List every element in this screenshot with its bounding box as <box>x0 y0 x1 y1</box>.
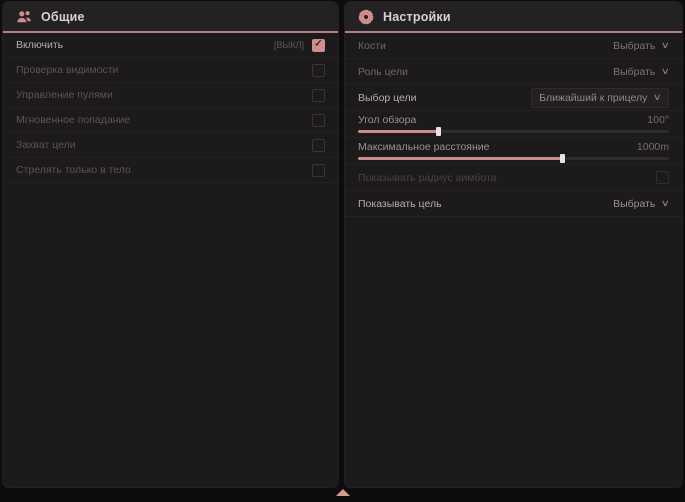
row-bullet-control[interactable]: Управление пулями <box>3 83 338 108</box>
slider-value: 100° <box>647 114 669 126</box>
instant-hit-checkbox[interactable] <box>312 114 325 127</box>
setting-label: Проверка видимости <box>16 64 118 76</box>
show-aimbot-radius-checkbox[interactable] <box>656 171 669 184</box>
row-fov: Угол обзора 100° <box>345 111 682 138</box>
setting-label: Роль цели <box>358 66 408 78</box>
setting-label: Стрелять только в тело <box>16 164 131 176</box>
setting-label: Максимальное расстояние <box>358 141 489 153</box>
target-selection-select[interactable]: Ближайший к прицелу ∨ <box>531 88 669 108</box>
select-value: Выбрать <box>613 40 655 52</box>
chevron-down-icon: ∨ <box>661 41 670 50</box>
panel-title: Общие <box>41 10 85 24</box>
max-distance-slider[interactable] <box>358 157 669 160</box>
chevron-down-icon: ∨ <box>661 199 670 208</box>
row-show-target: Показывать цель Выбрать ∨ <box>345 191 682 217</box>
body-only-checkbox[interactable] <box>312 164 325 177</box>
setting-label: Показывать цель <box>358 198 442 210</box>
chevron-down-icon: ∨ <box>661 67 670 76</box>
max-distance-slider-fill <box>358 157 563 160</box>
fov-slider-fill <box>358 130 439 133</box>
row-show-aimbot-radius[interactable]: Показывать радиус аимбота <box>345 165 682 191</box>
settings-panel-header: Настройки <box>345 2 682 31</box>
hotkey-badge: [ВЫКЛ] <box>274 40 304 50</box>
select-value: Выбрать <box>613 66 655 78</box>
enable-checkbox[interactable]: ✓ <box>312 39 325 52</box>
chevron-down-icon: ∨ <box>653 93 662 102</box>
bones-select[interactable]: Выбрать ∨ <box>613 40 669 52</box>
target-role-select[interactable]: Выбрать ∨ <box>613 66 669 78</box>
select-value: Ближайший к прицелу <box>539 92 647 104</box>
check-icon: ✓ <box>314 40 322 50</box>
setting-label: Угол обзора <box>358 114 416 126</box>
bullet-control-checkbox[interactable] <box>312 89 325 102</box>
setting-label: Управление пулями <box>16 89 113 101</box>
slider-thumb[interactable] <box>560 154 565 163</box>
select-value: Выбрать <box>613 198 655 210</box>
general-panel-header: Общие <box>3 2 338 31</box>
overlay-window: Общие Включить [ВЫКЛ] ✓ Проверка видимос… <box>0 0 685 502</box>
slider-thumb[interactable] <box>436 127 441 136</box>
setting-label: Включить <box>16 39 63 51</box>
row-instant-hit[interactable]: Мгновенное попадание <box>3 108 338 133</box>
setting-label: Кости <box>358 40 386 52</box>
row-enable[interactable]: Включить [ВЫКЛ] ✓ <box>3 33 338 58</box>
setting-label: Показывать радиус аимбота <box>358 172 497 184</box>
gear-icon <box>358 9 374 25</box>
visibility-check-checkbox[interactable] <box>312 64 325 77</box>
target-lock-checkbox[interactable] <box>312 139 325 152</box>
row-target-lock[interactable]: Захват цели <box>3 133 338 158</box>
fov-slider[interactable] <box>358 130 669 133</box>
row-target-role: Роль цели Выбрать ∨ <box>345 59 682 85</box>
panel-title: Настройки <box>383 10 451 24</box>
row-body-only[interactable]: Стрелять только в тело <box>3 158 338 183</box>
row-visibility-check[interactable]: Проверка видимости <box>3 58 338 83</box>
show-target-select[interactable]: Выбрать ∨ <box>613 198 669 210</box>
users-icon <box>16 9 32 25</box>
setting-label: Захват цели <box>16 139 76 151</box>
row-target-selection: Выбор цели Ближайший к прицелу ∨ <box>345 85 682 111</box>
scroll-up-indicator[interactable] <box>336 489 350 496</box>
general-panel: Общие Включить [ВЫКЛ] ✓ Проверка видимос… <box>3 2 338 487</box>
setting-label: Выбор цели <box>358 92 417 104</box>
settings-panel: Настройки Кости Выбрать ∨ Роль цели Выбр… <box>345 2 682 487</box>
row-bones: Кости Выбрать ∨ <box>345 33 682 59</box>
setting-label: Мгновенное попадание <box>16 114 130 126</box>
row-max-distance: Максимальное расстояние 1000m <box>345 138 682 165</box>
slider-value: 1000m <box>637 141 669 153</box>
